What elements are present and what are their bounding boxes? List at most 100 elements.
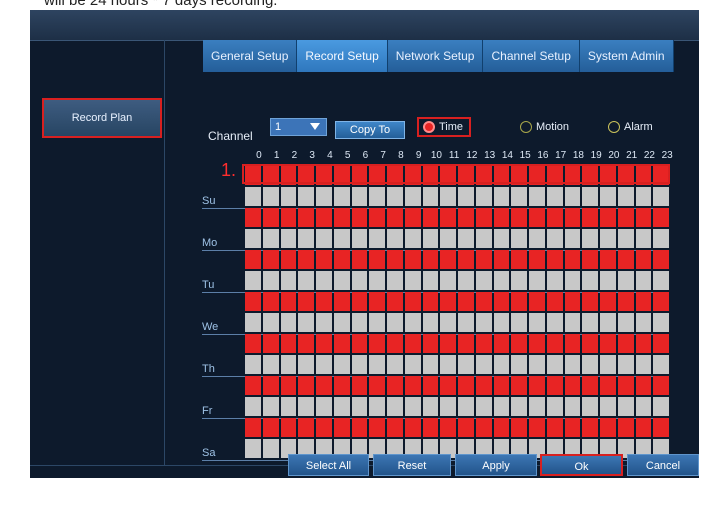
schedule-cell[interactable]	[280, 271, 297, 290]
schedule-cell[interactable]	[635, 208, 652, 227]
schedule-cell[interactable]	[493, 292, 510, 311]
tab-channel-setup[interactable]: Channel Setup	[483, 40, 580, 72]
schedule-cell[interactable]	[635, 397, 652, 416]
schedule-grid[interactable]	[244, 165, 670, 461]
schedule-cell[interactable]	[458, 355, 474, 374]
schedule-cell[interactable]	[245, 439, 261, 458]
schedule-cell[interactable]	[475, 397, 492, 416]
schedule-cell[interactable]	[245, 355, 261, 374]
schedule-cell[interactable]	[280, 376, 297, 395]
schedule-cell[interactable]	[262, 271, 279, 290]
schedule-cell[interactable]	[245, 187, 261, 206]
schedule-cell[interactable]	[546, 229, 563, 248]
schedule-cell[interactable]	[546, 187, 563, 206]
schedule-cell[interactable]	[333, 418, 350, 437]
schedule-cell[interactable]	[245, 376, 261, 395]
schedule-cell[interactable]	[493, 418, 510, 437]
schedule-cell[interactable]	[422, 397, 439, 416]
schedule-cell[interactable]	[333, 397, 350, 416]
schedule-cell[interactable]	[387, 376, 403, 395]
schedule-cell[interactable]	[440, 250, 456, 269]
schedule-cell[interactable]	[617, 187, 634, 206]
schedule-cell[interactable]	[316, 292, 332, 311]
schedule-cell[interactable]	[458, 397, 474, 416]
schedule-cell[interactable]	[600, 334, 616, 353]
schedule-cell[interactable]	[404, 208, 421, 227]
schedule-cell[interactable]	[440, 229, 456, 248]
tab-record-setup[interactable]: Record Setup	[297, 40, 388, 72]
schedule-cell[interactable]	[511, 376, 527, 395]
schedule-cell[interactable]	[422, 418, 439, 437]
schedule-cell[interactable]	[245, 334, 261, 353]
schedule-cell[interactable]	[440, 313, 456, 332]
schedule-cell[interactable]	[635, 229, 652, 248]
select-all-button[interactable]: Select All	[288, 454, 369, 476]
schedule-cell[interactable]	[316, 376, 332, 395]
schedule-cell[interactable]	[369, 250, 385, 269]
schedule-cell[interactable]	[404, 229, 421, 248]
schedule-cell[interactable]	[635, 250, 652, 269]
schedule-cell[interactable]	[582, 355, 598, 374]
schedule-cell[interactable]	[387, 397, 403, 416]
schedule-cell[interactable]	[387, 187, 403, 206]
schedule-cell[interactable]	[600, 292, 616, 311]
schedule-cell[interactable]	[529, 187, 545, 206]
schedule-cell[interactable]	[582, 208, 598, 227]
schedule-cell[interactable]	[617, 271, 634, 290]
schedule-cell[interactable]	[617, 334, 634, 353]
schedule-cell[interactable]	[617, 355, 634, 374]
schedule-cell[interactable]	[404, 376, 421, 395]
schedule-cell[interactable]	[298, 418, 314, 437]
schedule-cell[interactable]	[475, 208, 492, 227]
schedule-cell[interactable]	[529, 397, 545, 416]
schedule-cell[interactable]	[369, 271, 385, 290]
schedule-cell[interactable]	[529, 355, 545, 374]
schedule-cell[interactable]	[369, 418, 385, 437]
schedule-cell[interactable]	[369, 355, 385, 374]
schedule-cell[interactable]	[564, 355, 581, 374]
schedule-cell[interactable]	[458, 334, 474, 353]
schedule-cell[interactable]	[440, 334, 456, 353]
schedule-cell[interactable]	[333, 229, 350, 248]
schedule-cell[interactable]	[262, 334, 279, 353]
schedule-cell[interactable]	[298, 397, 314, 416]
schedule-cell[interactable]	[351, 271, 368, 290]
schedule-cell[interactable]	[564, 397, 581, 416]
schedule-cell[interactable]	[351, 376, 368, 395]
schedule-cell[interactable]	[493, 187, 510, 206]
schedule-cell[interactable]	[298, 187, 314, 206]
schedule-cell[interactable]	[422, 250, 439, 269]
schedule-cell[interactable]	[511, 292, 527, 311]
schedule-cell[interactable]	[529, 250, 545, 269]
ok-button[interactable]: Ok	[540, 454, 623, 476]
schedule-cell[interactable]	[351, 334, 368, 353]
schedule-cell[interactable]	[387, 355, 403, 374]
schedule-cell[interactable]	[351, 397, 368, 416]
schedule-cell[interactable]	[653, 397, 669, 416]
schedule-cell[interactable]	[546, 376, 563, 395]
schedule-cell[interactable]	[333, 334, 350, 353]
schedule-cell[interactable]	[280, 187, 297, 206]
schedule-cell[interactable]	[635, 313, 652, 332]
schedule-cell[interactable]	[564, 334, 581, 353]
schedule-cell[interactable]	[262, 229, 279, 248]
schedule-cell[interactable]	[511, 250, 527, 269]
schedule-cell[interactable]	[546, 271, 563, 290]
schedule-cell[interactable]	[316, 187, 332, 206]
schedule-cell[interactable]	[351, 250, 368, 269]
schedule-cell[interactable]	[653, 271, 669, 290]
schedule-cell[interactable]	[440, 397, 456, 416]
sidebar-item-record-plan[interactable]: Record Plan	[42, 98, 162, 138]
schedule-cell[interactable]	[600, 250, 616, 269]
schedule-cell[interactable]	[351, 229, 368, 248]
schedule-cell[interactable]	[351, 187, 368, 206]
schedule-cell[interactable]	[316, 208, 332, 227]
schedule-cell[interactable]	[298, 271, 314, 290]
schedule-cell[interactable]	[387, 271, 403, 290]
schedule-cell[interactable]	[333, 208, 350, 227]
schedule-cell[interactable]	[404, 355, 421, 374]
schedule-cell[interactable]	[564, 376, 581, 395]
schedule-cell[interactable]	[245, 313, 261, 332]
schedule-cell[interactable]	[475, 229, 492, 248]
schedule-cell[interactable]	[493, 376, 510, 395]
